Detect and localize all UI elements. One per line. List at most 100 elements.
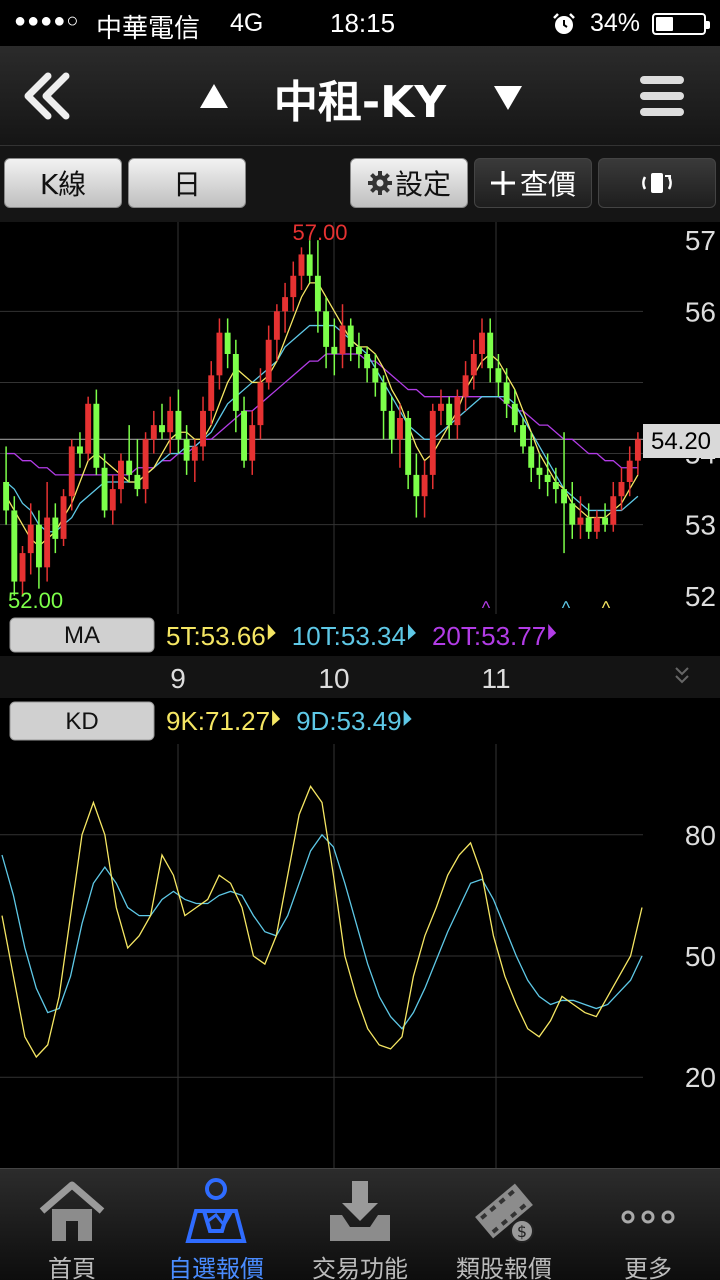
tab-sector-quotes[interactable]: $ 類股報價 xyxy=(432,1169,576,1280)
signal-strength: ●●●●○ xyxy=(14,10,80,32)
carrier-name: 中華電信 xyxy=(96,14,201,44)
candle-body xyxy=(249,425,256,461)
candle-body xyxy=(495,368,502,383)
candle-body xyxy=(68,446,75,497)
candle-body xyxy=(536,467,543,475)
candle-body xyxy=(183,439,190,461)
tab-trading[interactable]: 交易功能 xyxy=(288,1169,432,1280)
kd-legend-item: 9K:71.27 xyxy=(166,706,270,736)
triangle-up-icon[interactable] xyxy=(196,78,232,114)
candle xyxy=(60,489,67,546)
current-price-box: 54.20 xyxy=(643,424,720,458)
candle-body xyxy=(626,460,633,482)
ma-button[interactable]: MA xyxy=(9,617,155,653)
kd-button-label: KD xyxy=(65,708,98,735)
candle-body xyxy=(52,517,59,539)
tab-more[interactable]: 更多 xyxy=(576,1169,720,1280)
candle-body xyxy=(3,482,10,511)
candle-body xyxy=(273,311,280,340)
candle-body xyxy=(610,496,617,525)
quote-lookup-label: 查價 xyxy=(519,168,576,201)
candle-body xyxy=(134,474,141,490)
candle-body xyxy=(396,418,403,440)
candle-body xyxy=(405,418,412,475)
candlestick-chart[interactable]: 5756545352 57.00 52.00 54.20 ^ ^ ^ MA 5T… xyxy=(0,222,720,700)
kd-tick-label: 20 xyxy=(685,1062,716,1093)
candle-body xyxy=(101,467,108,511)
tab-trading-label: 交易功能 xyxy=(312,1255,408,1280)
ma-legend-item: 5T:53.66 xyxy=(166,621,266,651)
settings-button[interactable]: 設定 xyxy=(350,158,468,208)
svg-text:$: $ xyxy=(517,1222,527,1241)
tab-bar: 首頁 自選報價 交易功能 $ 類股報價 更多 xyxy=(0,1168,720,1280)
candle-body xyxy=(479,332,485,354)
candle-body xyxy=(585,517,592,532)
alarm-clock-icon xyxy=(553,13,575,34)
rotate-screen-button[interactable] xyxy=(598,158,716,208)
candle-body xyxy=(429,410,436,475)
kd-tick-label: 80 xyxy=(685,820,716,851)
candle-body xyxy=(323,311,330,347)
candle-body xyxy=(216,332,223,376)
candle-body xyxy=(634,439,641,461)
candle-body xyxy=(355,346,362,354)
candle-body xyxy=(462,375,469,397)
kline-button[interactable]: K線 xyxy=(4,158,122,208)
candle-body xyxy=(388,410,395,440)
chart-toolbar: K線 日 設定 查價 xyxy=(0,146,720,222)
high-price-label: 57.00 xyxy=(292,222,347,245)
candle-body xyxy=(503,382,510,404)
candle-body xyxy=(191,446,198,461)
candle-body xyxy=(19,553,26,582)
candle-body xyxy=(602,517,609,525)
candle-body xyxy=(265,339,272,383)
tab-watchlist[interactable]: 自選報價 xyxy=(144,1169,288,1280)
candle xyxy=(85,396,92,461)
quote-lookup-button[interactable]: 查價 xyxy=(474,158,592,208)
candle-body xyxy=(44,517,51,568)
kd-chart[interactable]: KD 9K:71.27 9D:53.49 80 50 20 xyxy=(0,698,720,1168)
candle-body xyxy=(200,410,206,447)
candle xyxy=(11,496,18,596)
hamburger-menu-icon[interactable] xyxy=(636,72,688,120)
tab-home[interactable]: 首頁 xyxy=(0,1169,144,1280)
double-chevron-left-icon[interactable] xyxy=(18,68,78,124)
home-icon xyxy=(39,1181,105,1241)
candle-body xyxy=(438,403,444,411)
ma-legend-item: 20T:53.77 xyxy=(432,621,546,651)
film-coin-icon: $ xyxy=(475,1183,534,1243)
candle-body xyxy=(35,524,42,568)
kd-tick-label: 50 xyxy=(685,941,716,972)
candle-body xyxy=(109,489,116,511)
candle-body xyxy=(224,332,231,354)
candle-body xyxy=(544,474,551,482)
date-tick-label: 9 xyxy=(170,663,186,694)
candle-body xyxy=(282,297,289,312)
period-day-button[interactable]: 日 xyxy=(128,158,246,208)
candle-body xyxy=(413,474,420,497)
stock-title: 中租-KY xyxy=(273,77,447,128)
candle-body xyxy=(118,460,124,490)
candle-body xyxy=(257,382,264,426)
tab-more-label: 更多 xyxy=(624,1255,672,1280)
candle-body xyxy=(150,425,157,440)
candle-body xyxy=(339,325,346,354)
candle-body xyxy=(561,489,568,504)
candle-body xyxy=(306,254,313,276)
nav-bar: 中租-KY xyxy=(0,46,720,146)
price-tick-label: 52 xyxy=(685,581,716,612)
candle-body xyxy=(60,496,67,539)
candle-body xyxy=(159,425,165,433)
network-type: 4G xyxy=(230,9,264,37)
candle-body xyxy=(520,425,526,447)
candle-body xyxy=(380,382,387,411)
watchlist-person-icon xyxy=(185,1178,247,1243)
triangle-down-icon[interactable] xyxy=(490,80,526,116)
candle-body xyxy=(569,503,576,525)
current-price-label: 54.20 xyxy=(651,428,711,455)
candle-body xyxy=(577,517,584,525)
tab-sector-quotes-label: 類股報價 xyxy=(456,1255,552,1280)
candle-body xyxy=(446,403,453,426)
kd-button[interactable]: KD xyxy=(9,701,155,741)
tab-home-label: 首頁 xyxy=(48,1255,96,1280)
